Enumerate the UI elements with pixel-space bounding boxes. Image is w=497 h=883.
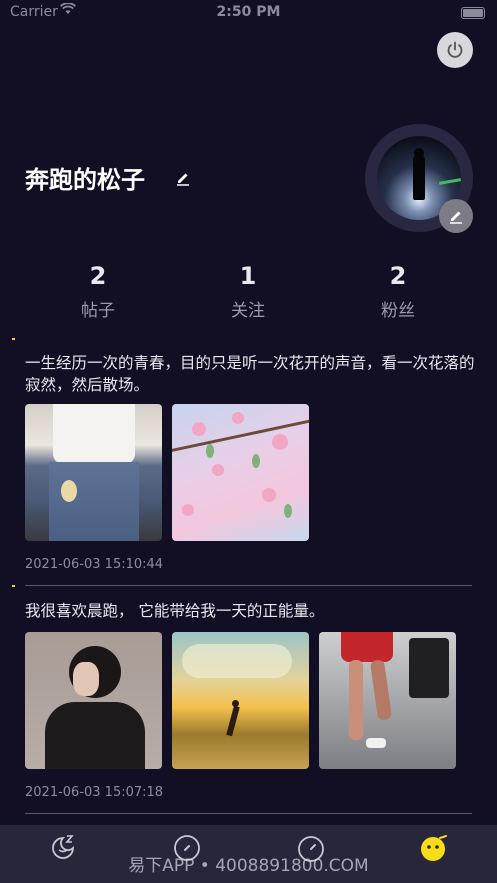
divider: [25, 813, 472, 814]
stat-posts-count: 2: [89, 262, 107, 290]
decor-dot: [12, 338, 15, 340]
stat-posts-label: 帖子: [81, 301, 115, 321]
decor-dot: [12, 585, 15, 587]
status-bar: Carrier 2:50 PM: [0, 0, 497, 26]
post-photo[interactable]: [25, 404, 162, 541]
post-photo[interactable]: [25, 632, 162, 769]
post-photo[interactable]: [172, 404, 309, 541]
edit-avatar-button[interactable]: [439, 199, 473, 233]
stat-followers-count: 2: [389, 262, 407, 290]
status-time: 2:50 PM: [216, 4, 281, 20]
divider: [25, 585, 472, 586]
logout-button[interactable]: [437, 32, 473, 68]
power-icon: [447, 41, 463, 58]
post-photo[interactable]: [319, 632, 456, 769]
post-photo[interactable]: [172, 632, 309, 769]
battery-icon: [461, 7, 485, 19]
username: 奔跑的松子: [25, 166, 145, 194]
watermark-text: 易下APP • 4008891800.COM: [128, 856, 369, 876]
post-timestamp: 2021-06-03 15:07:18: [25, 785, 164, 800]
pencil-icon: [450, 211, 462, 224]
stat-posts[interactable]: 2 帖子: [48, 262, 148, 321]
stat-following-label: 关注: [231, 301, 265, 321]
stat-following[interactable]: 1 关注: [198, 262, 298, 321]
post-text: 我很喜欢晨跑， 它能带给我一天的正能量。: [25, 602, 325, 620]
post-timestamp: 2021-06-03 15:10:44: [25, 557, 164, 572]
stat-followers[interactable]: 2 粉丝: [348, 262, 448, 321]
stat-following-count: 1: [239, 262, 257, 290]
edit-name-icon[interactable]: [175, 170, 191, 186]
stat-followers-label: 粉丝: [381, 301, 415, 321]
post-text: 一生经历一次的青春，目的只是听一次花开的声音，看一次花落的寂然，然后散场。: [25, 354, 475, 394]
